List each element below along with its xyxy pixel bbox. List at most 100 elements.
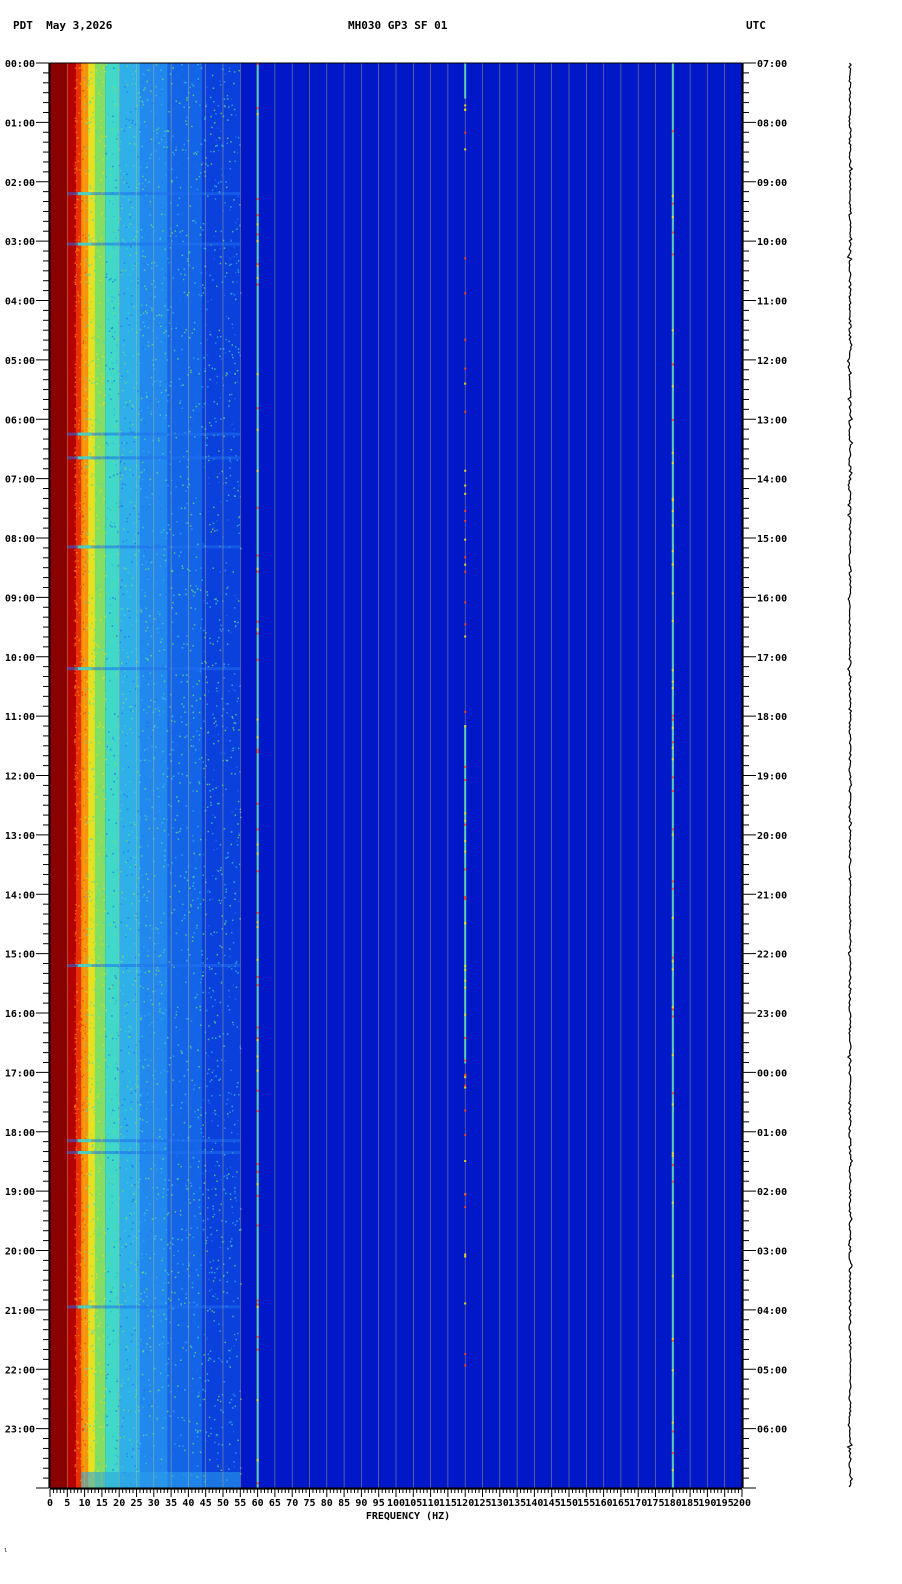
right-time-label: 13:00: [757, 415, 787, 426]
left-time-label: 19:00: [5, 1187, 35, 1198]
frequency-tick-label: 165: [612, 1498, 630, 1509]
left-time-label: 10:00: [5, 653, 35, 664]
corner-mark: ˡ: [3, 1548, 9, 1558]
frequency-tick-label: 195: [716, 1498, 734, 1509]
frequency-tick-label: 5: [64, 1498, 70, 1509]
left-time-label: 12:00: [5, 772, 35, 783]
frequency-grid: [49, 62, 743, 1489]
right-time-label: 02:00: [757, 1187, 787, 1198]
frequency-tick-label: 130: [491, 1498, 509, 1509]
right-time-label: 09:00: [757, 178, 787, 189]
frequency-tick-label: 85: [338, 1498, 350, 1509]
left-time-label: 09:00: [5, 593, 35, 604]
right-time-label: 22:00: [757, 950, 787, 961]
right-time-label: 08:00: [757, 118, 787, 129]
frequency-tick-label: 0: [47, 1498, 53, 1509]
left-time-label: 18:00: [5, 1128, 35, 1139]
frequency-tick-label: 120: [456, 1498, 474, 1509]
right-time-label: 15:00: [757, 534, 787, 545]
left-time-label: 07:00: [5, 475, 35, 486]
frequency-tick-label: 60: [252, 1498, 264, 1509]
frequency-tick-label: 160: [595, 1498, 613, 1509]
frequency-tick-label: 65: [269, 1498, 281, 1509]
frequency-tick-label: 55: [234, 1498, 246, 1509]
right-time-label: 11:00: [757, 297, 787, 308]
frequency-tick-label: 115: [439, 1498, 457, 1509]
frequency-tick-label: 190: [698, 1498, 716, 1509]
frequency-tick-label: 20: [113, 1498, 125, 1509]
frequency-tick-label: 185: [681, 1498, 699, 1509]
left-time-label: 06:00: [5, 415, 35, 426]
left-time-label: 13:00: [5, 831, 35, 842]
frequency-tick-label: 200: [733, 1498, 751, 1509]
x-axis-label: FREQUENCY (HZ): [366, 1511, 450, 1522]
frequency-tick-label: 70: [286, 1498, 298, 1509]
frequency-tick-label: 90: [355, 1498, 367, 1509]
frequency-tick-label: 100: [387, 1498, 405, 1509]
left-time-axis: 00:00 01:00 02:00 03:00 04:00 05:00 06:00 07:00…: [5, 59, 50, 1489]
frequency-band-11: [240, 63, 743, 1488]
frequency-tick-label: 175: [646, 1498, 664, 1509]
frequency-tick-label: 150: [560, 1498, 578, 1509]
bottom-energy-band: [81, 1472, 241, 1488]
frequency-tick-label: 30: [148, 1498, 160, 1509]
left-time-label: 03:00: [5, 237, 35, 248]
frequency-tick-label: 110: [422, 1498, 440, 1509]
right-time-label: 14:00: [757, 475, 787, 486]
frequency-tick-label: 50: [217, 1498, 229, 1509]
right-time-label: 12:00: [757, 356, 787, 367]
right-time-label: 03:00: [757, 1247, 787, 1258]
frequency-tick-label: 155: [577, 1498, 595, 1509]
left-time-label: 00:00: [5, 59, 35, 70]
right-time-label: 10:00: [757, 237, 787, 248]
left-time-label: 02:00: [5, 178, 35, 189]
frequency-tick-label: 15: [96, 1498, 108, 1509]
frequency-tick-label: 35: [165, 1498, 177, 1509]
left-time-label: 14:00: [5, 890, 35, 901]
trace-waveform: [846, 62, 854, 1488]
right-time-label: 20:00: [757, 831, 787, 842]
left-time-label: 01:00: [5, 118, 35, 129]
right-time-label: 07:00: [757, 59, 787, 70]
left-time-label: 22:00: [5, 1365, 35, 1376]
right-time-label: 16:00: [757, 593, 787, 604]
left-time-label: 17:00: [5, 1068, 35, 1079]
frequency-tick-label: 170: [629, 1498, 647, 1509]
frequency-tick-label: 95: [373, 1498, 385, 1509]
left-time-label: 11:00: [5, 712, 35, 723]
left-time-label: 05:00: [5, 356, 35, 367]
left-time-label: 16:00: [5, 1009, 35, 1020]
right-time-label: 01:00: [757, 1128, 787, 1139]
frequency-tick-label: 80: [321, 1498, 333, 1509]
spectrogram-chart: 00:0001:0002:0003:0004:0005:0006:0007:00…: [5, 59, 854, 1522]
right-time-axis: 07:00 08:00 09:00 10:00 11:00 12:00 13:00 14:00…: [742, 59, 787, 1489]
frequency-band-10: [202, 63, 241, 1488]
frequency-tick-label: 45: [200, 1498, 212, 1509]
frequency-tick-label: 75: [303, 1498, 315, 1509]
right-time-label: 19:00: [757, 772, 787, 783]
frequency-tick-label: 10: [79, 1498, 91, 1509]
right-time-label: 18:00: [757, 712, 787, 723]
right-time-label: 17:00: [757, 653, 787, 664]
right-time-label: 21:00: [757, 890, 787, 901]
frequency-band-4: [88, 63, 95, 1488]
left-time-label: 23:00: [5, 1425, 35, 1436]
frequency-tick-label: 135: [508, 1498, 526, 1509]
right-time-label: 05:00: [757, 1365, 787, 1376]
frequency-band-0: [50, 63, 68, 1488]
left-time-label: 15:00: [5, 950, 35, 961]
right-time-label: 06:00: [757, 1425, 787, 1436]
right-time-label: 04:00: [757, 1306, 787, 1317]
left-time-label: 04:00: [5, 297, 35, 308]
frequency-tick-label: 140: [525, 1498, 543, 1509]
frequency-axis: 0 5 10 15 20 25 30 35 40 45 50 55 60 65 70 75 80 85 90 95 10…: [47, 1488, 751, 1509]
left-time-label: 20:00: [5, 1247, 35, 1258]
frequency-band-7: [119, 63, 140, 1488]
frequency-tick-label: 105: [404, 1498, 422, 1509]
frequency-tick-label: 180: [664, 1498, 682, 1509]
right-time-label: 23:00: [757, 1009, 787, 1020]
frequency-tick-label: 145: [543, 1498, 561, 1509]
right-time-label: 00:00: [757, 1068, 787, 1079]
frequency-tick-label: 125: [473, 1498, 491, 1509]
seismic-trace: [846, 62, 854, 1488]
